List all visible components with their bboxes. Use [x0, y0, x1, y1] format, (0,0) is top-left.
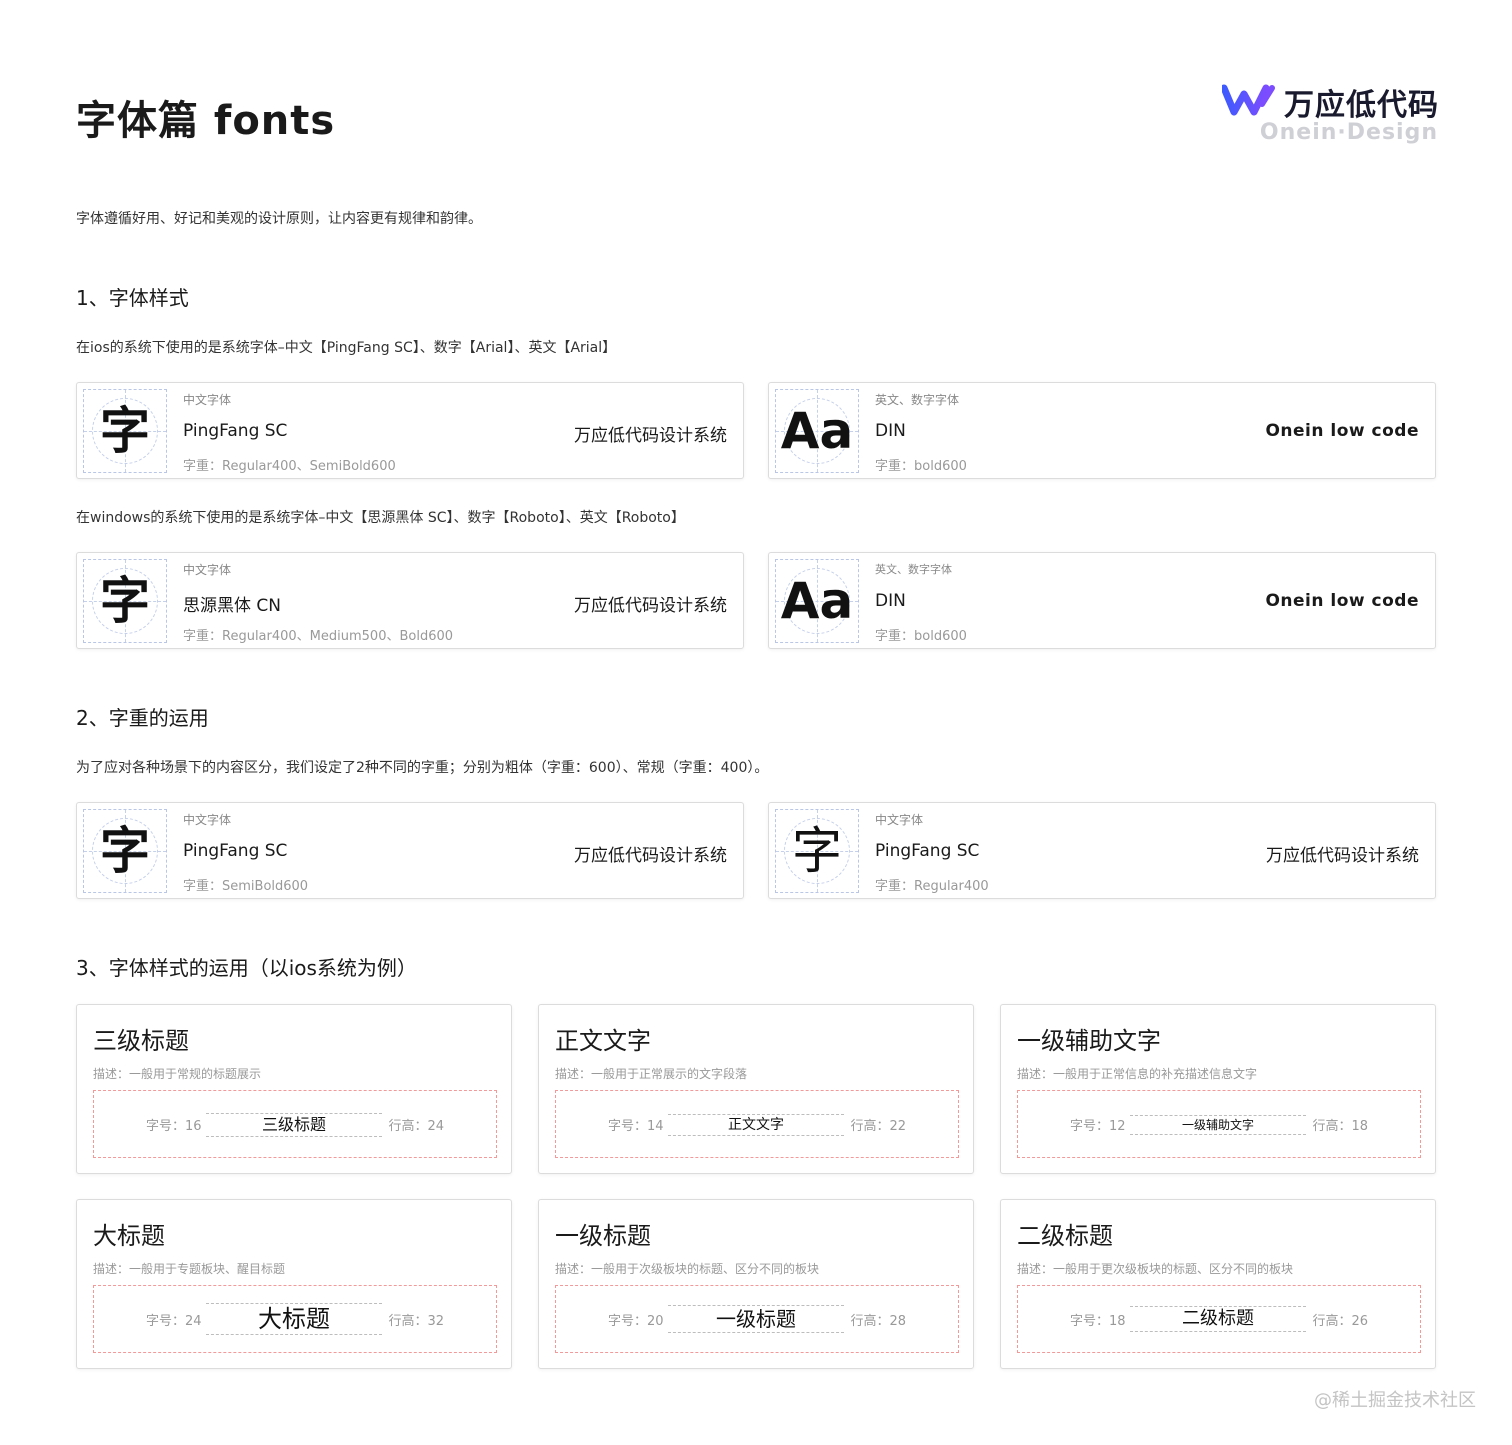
- usage-title: 二级标题: [1017, 1222, 1113, 1250]
- font-name: DIN: [875, 591, 906, 611]
- usage-desc: 描述：一般用于次级板块的标题、区分不同的板块: [555, 1262, 820, 1276]
- font-category: 英文、数字字体: [875, 563, 952, 576]
- line-height-label: 行高：26: [1312, 1314, 1368, 1329]
- line-height-label: 行高：24: [388, 1119, 444, 1134]
- usage-card-h2: 二级标题 描述：一般用于更次级板块的标题、区分不同的板块 字号：18 二级标题 …: [1000, 1199, 1436, 1369]
- usage-demo-text: 二级标题: [1130, 1306, 1306, 1332]
- font-name: PingFang SC: [875, 841, 980, 861]
- font-name: PingFang SC: [183, 841, 288, 861]
- section-1-ios-desc: 在ios的系统下使用的是系统字体–中文【PingFang SC】、数字【Aria…: [76, 340, 617, 356]
- font-category: 中文字体: [875, 813, 924, 827]
- glyph-preview: 字: [83, 559, 167, 643]
- font-category: 中文字体: [183, 393, 232, 407]
- font-card-semibold: 字 中文字体 PingFang SC 字重：SemiBold600 万应低代码设…: [76, 802, 744, 899]
- glyph-sample: 字: [100, 572, 150, 630]
- font-size-label: 字号：12: [1070, 1119, 1126, 1134]
- brand-name: 万应低代码: [1284, 88, 1439, 123]
- usage-desc: 描述：一般用于专题板块、醒目标题: [93, 1262, 286, 1276]
- font-sample-text: Onein low code: [1265, 591, 1419, 611]
- usage-title: 一级辅助文字: [1017, 1027, 1161, 1055]
- font-name: DIN: [875, 421, 906, 441]
- section-2-heading: 2、字重的运用: [76, 706, 209, 730]
- usage-card-large: 大标题 描述：一般用于专题板块、醒目标题 字号：24 大标题 行高：32: [76, 1199, 512, 1369]
- glyph-preview: 字: [83, 389, 167, 473]
- section-1-heading: 1、字体样式: [76, 286, 189, 310]
- font-size-label: 字号：24: [146, 1314, 202, 1329]
- glyph-preview: Aa: [775, 559, 859, 643]
- brand-logo: 万应低代码 Onein·Design: [1222, 80, 1442, 150]
- usage-card-body: 正文文字 描述：一般用于正常展示的文字段落 字号：14 正文文字 行高：22: [538, 1004, 974, 1174]
- usage-demo-text: 一级辅助文字: [1130, 1115, 1306, 1135]
- font-size-label: 字号：18: [1070, 1314, 1126, 1329]
- font-sample-text: 万应低代码设计系统: [574, 426, 727, 446]
- watermark: @稀土掘金技术社区: [1314, 1390, 1476, 1411]
- usage-card-h1: 一级标题 描述：一般用于次级板块的标题、区分不同的板块 字号：20 一级标题 行…: [538, 1199, 974, 1369]
- usage-spec-box: 字号：16 三级标题 行高：24: [93, 1090, 497, 1158]
- font-weight-info: 字重：Regular400、Medium500、Bold600: [183, 629, 454, 644]
- usage-title: 正文文字: [555, 1027, 651, 1055]
- usage-desc: 描述：一般用于正常信息的补充描述信息文字: [1017, 1067, 1258, 1081]
- usage-demo-text: 一级标题: [668, 1305, 844, 1333]
- font-card-ios-latin: Aa 英文、数字字体 DIN 字重：bold600 Onein low code: [768, 382, 1436, 479]
- glyph-sample: 字: [792, 822, 842, 880]
- usage-title: 大标题: [93, 1222, 165, 1250]
- font-weight-info: 字重：bold600: [875, 459, 967, 474]
- font-size-label: 字号：14: [608, 1119, 664, 1134]
- glyph-preview: 字: [775, 809, 859, 893]
- font-card-windows-latin: Aa 英文、数字字体 DIN 字重：bold600 Onein low code: [768, 552, 1436, 649]
- font-category: 中文字体: [183, 563, 232, 577]
- font-name: 思源黑体 CN: [183, 596, 281, 616]
- brand-logo-icon: [1222, 84, 1275, 116]
- usage-desc: 描述：一般用于正常展示的文字段落: [555, 1067, 748, 1081]
- font-sample-text: 万应低代码设计系统: [574, 596, 727, 616]
- usage-demo-text: 三级标题: [206, 1113, 382, 1137]
- line-height-label: 行高：32: [388, 1314, 444, 1329]
- page-title: 字体篇 fonts: [76, 98, 336, 144]
- usage-spec-box: 字号：20 一级标题 行高：28: [555, 1285, 959, 1353]
- font-weight-info: 字重：SemiBold600: [183, 879, 309, 894]
- font-card-windows-chinese: 字 中文字体 思源黑体 CN 字重：Regular400、Medium500、B…: [76, 552, 744, 649]
- line-height-label: 行高：28: [850, 1314, 906, 1329]
- usage-demo-text: 大标题: [206, 1303, 382, 1335]
- font-size-label: 字号：16: [146, 1119, 202, 1134]
- glyph-sample: Aa: [780, 402, 854, 460]
- glyph-sample: 字: [100, 822, 150, 880]
- font-weight-info: 字重：Regular400: [875, 879, 989, 894]
- usage-spec-box: 字号：18 二级标题 行高：26: [1017, 1285, 1421, 1353]
- font-weight-info: 字重：Regular400、SemiBold600: [183, 459, 396, 474]
- font-sample-text: Onein low code: [1265, 421, 1419, 441]
- font-size-label: 字号：20: [608, 1314, 664, 1329]
- font-weight-info: 字重：bold600: [875, 629, 967, 644]
- font-card-ios-chinese: 字 中文字体 PingFang SC 字重：Regular400、SemiBol…: [76, 382, 744, 479]
- glyph-preview: 字: [83, 809, 167, 893]
- section-3-heading: 3、字体样式的运用（以ios系统为例）: [76, 956, 417, 980]
- usage-desc: 描述：一般用于常规的标题展示: [93, 1067, 262, 1081]
- usage-desc: 描述：一般用于更次级板块的标题、区分不同的板块: [1017, 1262, 1294, 1276]
- line-height-label: 行高：18: [1312, 1119, 1368, 1134]
- section-2-desc: 为了应对各种场景下的内容区分，我们设定了2种不同的字重；分别为粗体（字重：600…: [76, 760, 769, 776]
- font-sample-text: 万应低代码设计系统: [574, 846, 727, 866]
- line-height-label: 行高：22: [850, 1119, 906, 1134]
- font-sample-text: 万应低代码设计系统: [1266, 846, 1419, 866]
- font-category: 英文、数字字体: [875, 393, 960, 407]
- font-name: PingFang SC: [183, 421, 288, 441]
- usage-spec-box: 字号：24 大标题 行高：32: [93, 1285, 497, 1353]
- glyph-preview: Aa: [775, 389, 859, 473]
- usage-card-h3: 三级标题 描述：一般用于常规的标题展示 字号：16 三级标题 行高：24: [76, 1004, 512, 1174]
- usage-title: 一级标题: [555, 1222, 651, 1250]
- font-card-regular: 字 中文字体 PingFang SC 字重：Regular400 万应低代码设计…: [768, 802, 1436, 899]
- glyph-sample: Aa: [780, 572, 854, 630]
- usage-card-aux: 一级辅助文字 描述：一般用于正常信息的补充描述信息文字 字号：12 一级辅助文字…: [1000, 1004, 1436, 1174]
- usage-spec-box: 字号：12 一级辅助文字 行高：18: [1017, 1090, 1421, 1158]
- glyph-sample: 字: [100, 402, 150, 460]
- usage-demo-text: 正文文字: [668, 1114, 844, 1136]
- usage-title: 三级标题: [93, 1027, 189, 1055]
- brand-subtitle: Onein·Design: [1259, 120, 1438, 145]
- usage-spec-box: 字号：14 正文文字 行高：22: [555, 1090, 959, 1158]
- font-category: 中文字体: [183, 813, 232, 827]
- section-1-windows-desc: 在windows的系统下使用的是系统字体–中文【思源黑体 SC】、数字【Robo…: [76, 510, 685, 526]
- intro-text: 字体遵循好用、好记和美观的设计原则，让内容更有规律和韵律。: [76, 211, 482, 227]
